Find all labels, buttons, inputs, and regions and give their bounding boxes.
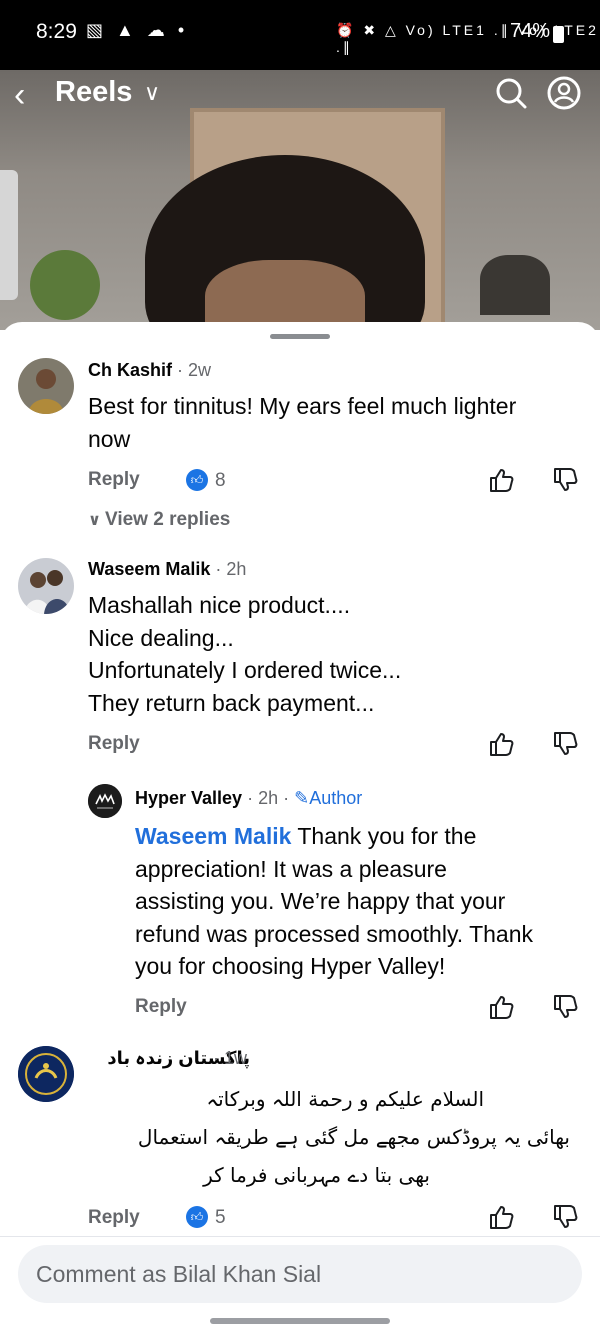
like-reaction-icon: 👍︎: [186, 1206, 208, 1228]
comment-line: They return back payment...: [88, 689, 375, 716]
comment-line: Best for tinnitus! My ears feel much lig…: [88, 393, 517, 419]
comment-time: 2h: [226, 559, 247, 579]
comment-line: Mashallah nice product....: [88, 592, 351, 618]
video-left-object: [0, 170, 18, 300]
thumbs-up-icon[interactable]: [488, 994, 514, 1020]
comment-separator: ·: [247, 788, 259, 808]
comment-line: بھائی یہ پروڈکس مجھے مل گئی ہے طریقہ است…: [137, 1125, 570, 1149]
thumbs-up-icon[interactable]: [488, 467, 514, 493]
avatar[interactable]: [18, 1046, 74, 1102]
chevron-down-icon: ∨: [88, 512, 101, 529]
avatar[interactable]: [18, 358, 74, 414]
reels-header: ‹ Reels ∨: [0, 70, 600, 120]
video-lamp: [480, 255, 550, 315]
video-plant: [30, 250, 100, 320]
comment-time: 2w: [188, 360, 212, 380]
like-count[interactable]: 8: [215, 470, 226, 492]
thumbs-down-icon[interactable]: [552, 731, 578, 757]
thumbs-down-icon[interactable]: [552, 467, 578, 493]
mention-link[interactable]: Waseem Malik: [135, 823, 291, 849]
reply-button[interactable]: Reply: [88, 1207, 140, 1229]
home-indicator[interactable]: [210, 1318, 390, 1324]
status-bar: 8:29 ▧ ▲ ☁ • ⏰ ✖ △ Vo) LTE1 .∥ Vo) LTE2 …: [0, 0, 600, 70]
back-chevron-icon[interactable]: ‹: [14, 78, 25, 112]
comment-input[interactable]: Comment as Bilal Khan Sial: [18, 1245, 582, 1303]
reply-button[interactable]: Reply: [88, 733, 140, 755]
comment-input-placeholder: Comment as Bilal Khan Sial: [36, 1261, 322, 1287]
comment-time: 1w: [224, 1048, 248, 1068]
emblem-icon: [18, 1046, 74, 1102]
commenter-name[interactable]: Waseem Malik: [88, 559, 210, 579]
view-replies-label: View 2 replies: [105, 509, 231, 530]
author-badge: ✎Author: [294, 788, 362, 808]
avatar[interactable]: [18, 558, 74, 614]
view-replies-button[interactable]: ∨ View 2 replies: [88, 509, 230, 531]
profile-icon[interactable]: [547, 76, 581, 110]
status-time: 8:29: [36, 20, 77, 43]
pencil-icon: ✎: [294, 788, 310, 808]
commenter-name[interactable]: Ch Kashif: [88, 360, 172, 380]
search-icon[interactable]: [494, 76, 528, 110]
thumbs-down-icon[interactable]: [552, 1204, 578, 1230]
comment-body: Best for tinnitus! My ears feel much lig…: [88, 390, 588, 455]
comment-line: now: [88, 425, 131, 452]
comment-body: Mashallah nice product.... Nice dealing.…: [88, 589, 588, 719]
thumbs-down-icon[interactable]: [552, 994, 578, 1020]
author-label: Author: [309, 788, 363, 808]
comment-line: Nice dealing...: [88, 624, 234, 651]
like-count[interactable]: 5: [215, 1207, 226, 1229]
chevron-down-icon[interactable]: ∨: [144, 80, 160, 106]
comment-separator: ·: [215, 559, 227, 579]
comment-line: refund was processed smoothly. Thank: [135, 920, 534, 947]
comment-separator: ·: [283, 788, 295, 808]
hyper-valley-logo-icon: [88, 784, 122, 818]
comment-line: بھی بتا دے مہربانی فرما کر: [203, 1163, 430, 1187]
avatar[interactable]: [88, 784, 122, 818]
commenter-name[interactable]: Hyper Valley: [135, 788, 242, 808]
battery-percent: 74%: [510, 20, 551, 42]
video-person-face: [205, 260, 365, 330]
thumbs-up-icon[interactable]: [488, 1204, 514, 1230]
comment-body: السلام علیکم و رحمة اللہ وبرکاتہ بھائی ی…: [88, 1080, 570, 1194]
like-reaction-icon: 👍︎: [186, 469, 208, 491]
reply-button[interactable]: Reply: [88, 469, 140, 491]
composer-divider: [0, 1236, 600, 1237]
comment-separator: ·: [177, 360, 189, 380]
thumbs-up-icon[interactable]: [488, 731, 514, 757]
comment-body: Waseem Malik Thank you for the appreciat…: [135, 820, 590, 983]
comment-separator: ·: [213, 1048, 224, 1068]
notification-icons: ▧ ▲ ☁ •: [86, 20, 189, 40]
sheet-grabber[interactable]: [270, 334, 330, 339]
comment-line: appreciation! It was a pleasure: [135, 855, 447, 882]
comment-line: Waseem Malik Thank you for the: [135, 820, 590, 853]
comment-time: 2h: [258, 788, 279, 808]
reply-button[interactable]: Reply: [135, 996, 187, 1018]
comment-line: you for choosing Hyper Valley!: [135, 953, 446, 979]
comment-text: Thank you for the: [297, 823, 477, 849]
comment-line: السلام علیکم و رحمة اللہ وبرکاتہ: [206, 1087, 484, 1111]
comment-line: assisting you. We’re happy that your: [135, 888, 506, 914]
comment-line: Unfortunately I ordered twice...: [88, 657, 402, 683]
reels-title[interactable]: Reels: [55, 76, 132, 109]
battery-icon: [553, 26, 564, 43]
